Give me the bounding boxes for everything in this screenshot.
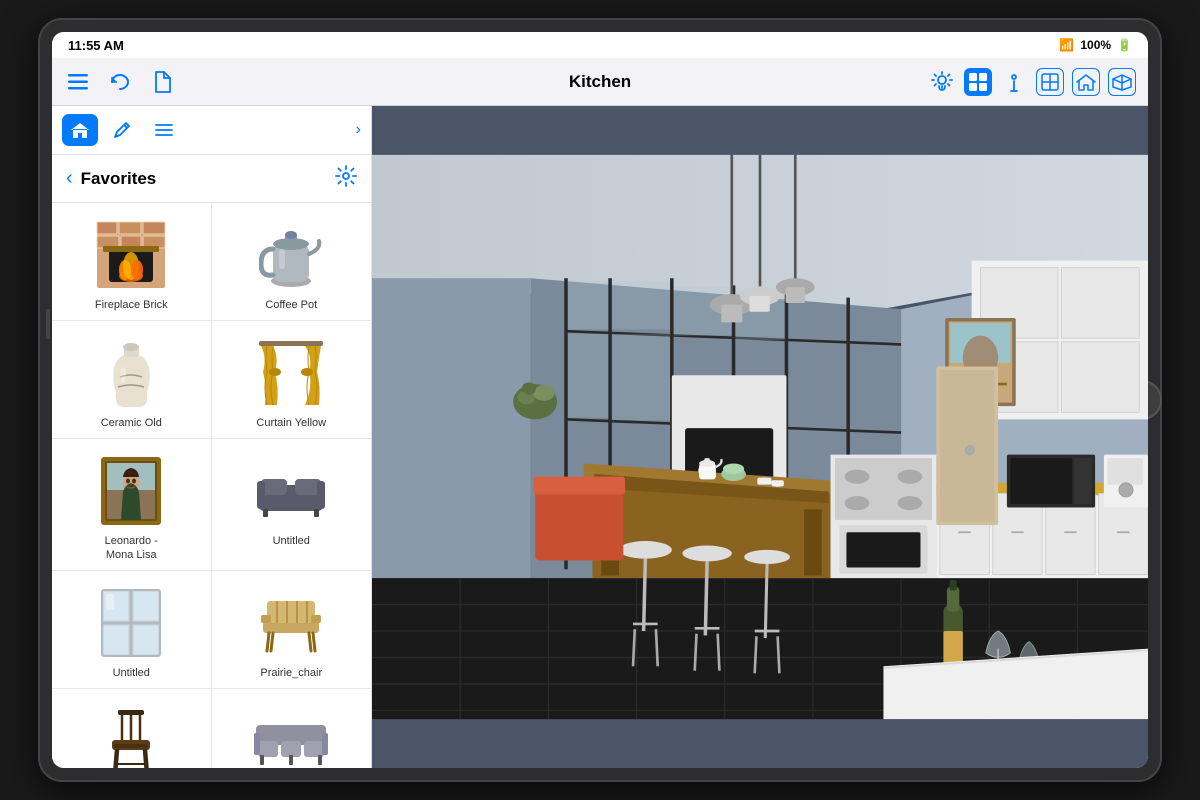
status-right: 📶 100% 🔋 <box>1059 38 1132 52</box>
list-item[interactable]: Ceramic Old <box>52 321 212 439</box>
list-item[interactable]: Untitled <box>212 439 372 570</box>
kitchen-scene-svg <box>372 106 1148 768</box>
info-button[interactable] <box>1000 68 1028 96</box>
toolbar: Kitchen <box>52 58 1148 106</box>
item-label-untitled-sofa: Untitled <box>273 535 310 548</box>
item-image-untitled-window <box>91 583 171 663</box>
item-image-ceramic <box>91 333 171 413</box>
sidebar-header: ‹ Favorites <box>52 155 371 203</box>
sidebar-title: Favorites <box>81 169 335 189</box>
wifi-icon: 📶 <box>1059 38 1074 52</box>
ipad-frame: 11:55 AM 📶 100% 🔋 <box>40 20 1160 780</box>
item-image-chair002 <box>91 701 171 768</box>
item-label-untitled-window: Untitled <box>113 667 150 680</box>
menu-button[interactable] <box>64 68 92 96</box>
item-image-coffeepot <box>251 215 331 295</box>
status-time: 11:55 AM <box>68 38 124 53</box>
items-grid: Fireplace Brick <box>52 203 371 768</box>
list-item[interactable]: Untitled <box>52 571 212 689</box>
library-button[interactable] <box>964 68 992 96</box>
toolbar-left <box>64 68 176 96</box>
item-label-fireplace: Fireplace Brick <box>95 299 168 312</box>
item-label-prairie: Prairie_chair <box>260 667 322 680</box>
item-image-curtain <box>251 333 331 413</box>
list-item[interactable]: Coffee Pot <box>212 203 372 321</box>
item-label-monalisa: Leonardo - Mona Lisa <box>105 535 158 561</box>
item-image-prairie <box>251 583 331 663</box>
view-2d-button[interactable] <box>1036 68 1064 96</box>
item-label-coffeepot: Coffee Pot <box>265 299 317 312</box>
sidebar-settings-icon[interactable] <box>335 165 357 192</box>
item-image-fireplace <box>91 215 171 295</box>
toolbar-title: Kitchen <box>569 72 631 92</box>
view-3d-button[interactable] <box>1108 68 1136 96</box>
view-house-button[interactable] <box>1072 68 1100 96</box>
light-button[interactable] <box>928 68 956 96</box>
item-image-sofa3x <box>251 701 331 768</box>
list-item[interactable]: Fireplace Brick <box>52 203 212 321</box>
sidebar-tabs: › <box>52 106 371 155</box>
document-button[interactable] <box>148 68 176 96</box>
item-image-untitled-sofa <box>251 451 331 531</box>
list-item[interactable]: Curtain Yellow <box>212 321 372 439</box>
list-item[interactable]: Chair_002 <box>52 689 212 768</box>
side-button[interactable] <box>46 309 50 339</box>
item-label-curtain: Curtain Yellow <box>256 417 326 430</box>
main-content: › ‹ Favorites <box>52 106 1148 768</box>
battery-percent: 100% <box>1080 38 1111 52</box>
sidebar-back-button[interactable]: ‹ <box>66 167 73 190</box>
list-item[interactable]: Leonardo - Mona Lisa <box>52 439 212 570</box>
undo-button[interactable] <box>106 68 134 96</box>
status-bar: 11:55 AM 📶 100% 🔋 <box>52 32 1148 58</box>
item-image-monalisa <box>91 451 171 531</box>
tab-list[interactable] <box>146 114 182 146</box>
tab-house[interactable] <box>62 114 98 146</box>
item-label-ceramic: Ceramic Old <box>101 417 162 430</box>
list-item[interactable]: Prairie_chair <box>212 571 372 689</box>
3d-view[interactable] <box>372 106 1148 768</box>
sidebar-expand-arrow[interactable]: › <box>356 121 361 139</box>
sidebar: › ‹ Favorites <box>52 106 372 768</box>
list-item[interactable]: Sofa3x_amazing <box>212 689 372 768</box>
ipad-screen: 11:55 AM 📶 100% 🔋 <box>52 32 1148 768</box>
toolbar-right <box>928 68 1136 96</box>
tab-draw[interactable] <box>104 114 140 146</box>
battery-icon: 🔋 <box>1117 38 1132 52</box>
